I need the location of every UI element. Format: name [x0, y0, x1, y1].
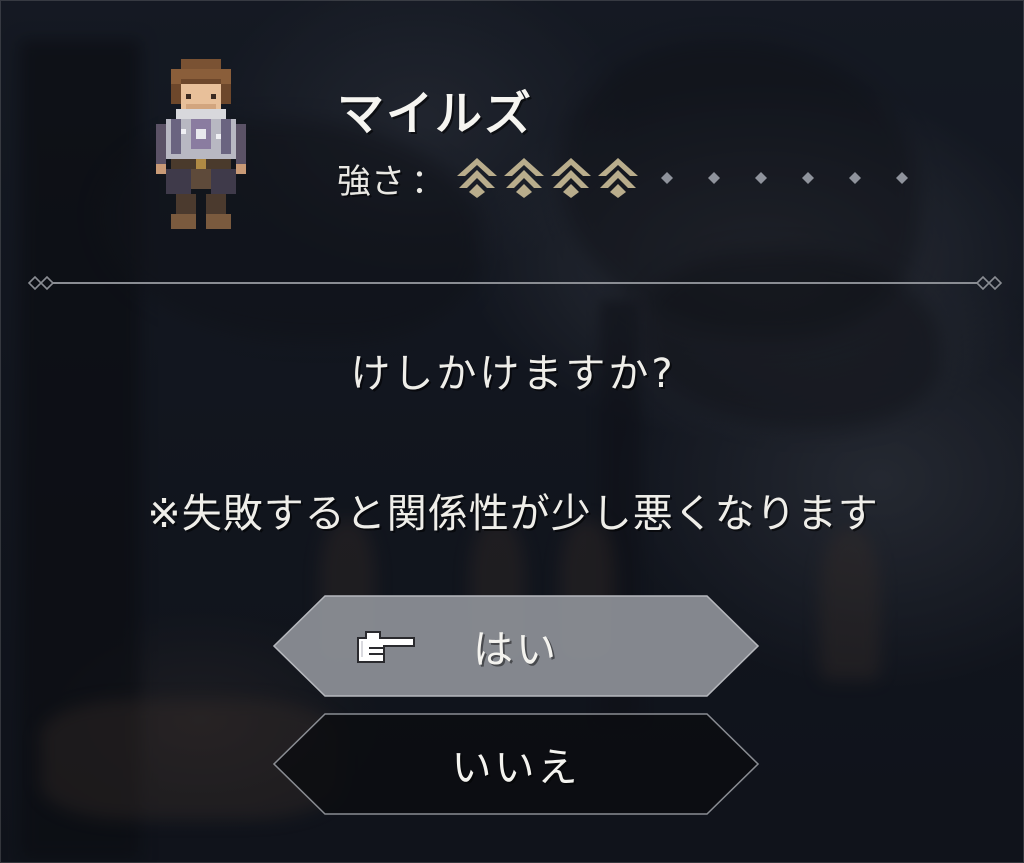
yes-button-label: はい [473, 627, 559, 673]
strength-mark-empty [831, 156, 878, 200]
strength-row: 強さ ： [337, 153, 925, 203]
character-name: マイルズ [337, 87, 533, 142]
no-button[interactable]: いいえ [273, 713, 759, 815]
strength-mark-empty [643, 156, 690, 200]
yes-button[interactable]: はい [273, 595, 759, 697]
strength-mark-empty [690, 156, 737, 200]
strength-mark-empty [784, 156, 831, 200]
strength-label: 強さ [337, 161, 405, 202]
strength-mark-filled [551, 158, 591, 198]
interaction-dialog: マイルズ 強さ ： けしかけますか? ※失敗すると関係性が少し悪くなります はい… [0, 0, 1024, 863]
no-button-label: いいえ [451, 745, 581, 791]
strength-mark-filled [504, 158, 544, 198]
dialog-question: けしかけますか? [350, 351, 676, 397]
divider-line [27, 275, 1003, 291]
strength-separator: ： [411, 161, 445, 202]
strength-mark-empty [878, 156, 925, 200]
character-sprite-icon [156, 59, 246, 229]
strength-mark-filled [598, 158, 638, 198]
dialog-warning: ※失敗すると関係性が少し悪くなります [147, 491, 879, 537]
strength-mark-filled [457, 158, 497, 198]
strength-rank-meter [455, 156, 925, 200]
strength-mark-empty [737, 156, 784, 200]
game-screen: マイルズ 強さ ： けしかけますか? ※失敗すると関係性が少し悪くなります はい… [0, 0, 1024, 863]
